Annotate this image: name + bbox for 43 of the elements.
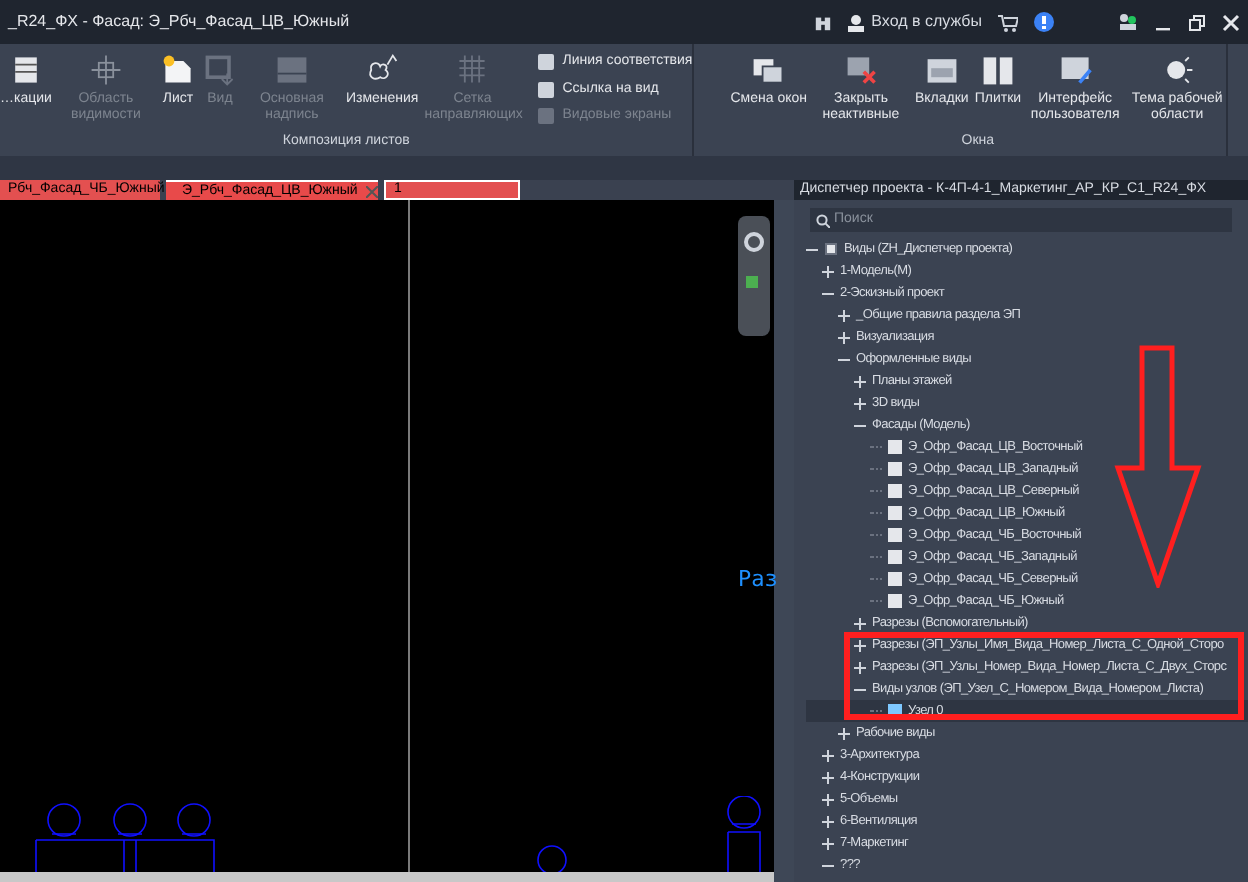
- collapse-icon[interactable]: [822, 859, 834, 871]
- expand-icon[interactable]: [854, 617, 866, 629]
- collapse-icon[interactable]: [822, 287, 834, 299]
- collapse-icon[interactable]: [838, 353, 850, 365]
- titleblock-icon: [273, 52, 310, 88]
- expand-icon[interactable]: [822, 815, 834, 827]
- cart-icon[interactable]: [998, 13, 1018, 31]
- collapse-icon[interactable]: [854, 683, 866, 695]
- pan-icon[interactable]: [746, 276, 762, 292]
- collapse-icon[interactable]: [854, 419, 866, 431]
- expand-icon[interactable]: [822, 771, 834, 783]
- scrollbar[interactable]: [774, 200, 794, 882]
- crosshair-icon: [87, 52, 124, 88]
- grid-icon: [454, 52, 491, 88]
- expand-icon[interactable]: [822, 793, 834, 805]
- view-icon: [201, 52, 238, 88]
- users-icon[interactable]: [1118, 12, 1138, 32]
- expand-icon[interactable]: [822, 749, 834, 761]
- expand-icon[interactable]: [822, 837, 834, 849]
- expand-icon[interactable]: [838, 331, 850, 343]
- drawing-label: Раз: [738, 564, 778, 596]
- expand-icon[interactable]: [854, 639, 866, 651]
- views-icon: [824, 242, 838, 256]
- expand-icon[interactable]: [822, 265, 834, 277]
- ui-icon: [1057, 52, 1094, 88]
- tiles-icon: [979, 52, 1016, 88]
- expand-icon[interactable]: [854, 375, 866, 387]
- sign-in-button[interactable]: Вход в службы: [847, 10, 982, 34]
- close-icon: [843, 52, 879, 88]
- restore-icon[interactable]: [1188, 13, 1206, 31]
- binoculars-icon[interactable]: [813, 13, 832, 31]
- expand-icon[interactable]: [854, 661, 866, 673]
- navigation-bar[interactable]: [738, 216, 770, 336]
- expand-icon[interactable]: [838, 727, 850, 739]
- expand-icon[interactable]: [854, 397, 866, 409]
- collapse-icon[interactable]: [806, 243, 818, 255]
- help-icon[interactable]: [1034, 12, 1054, 32]
- user-icon: [847, 13, 864, 31]
- sheet-icon: [159, 52, 196, 88]
- expand-icon[interactable]: [838, 309, 850, 321]
- window-title: _R24_ФХ - Фасад: Э_Рбч_Фасад_ЦВ_Южный: [8, 10, 350, 34]
- wheel-icon[interactable]: [744, 232, 764, 252]
- search-icon: [816, 213, 830, 227]
